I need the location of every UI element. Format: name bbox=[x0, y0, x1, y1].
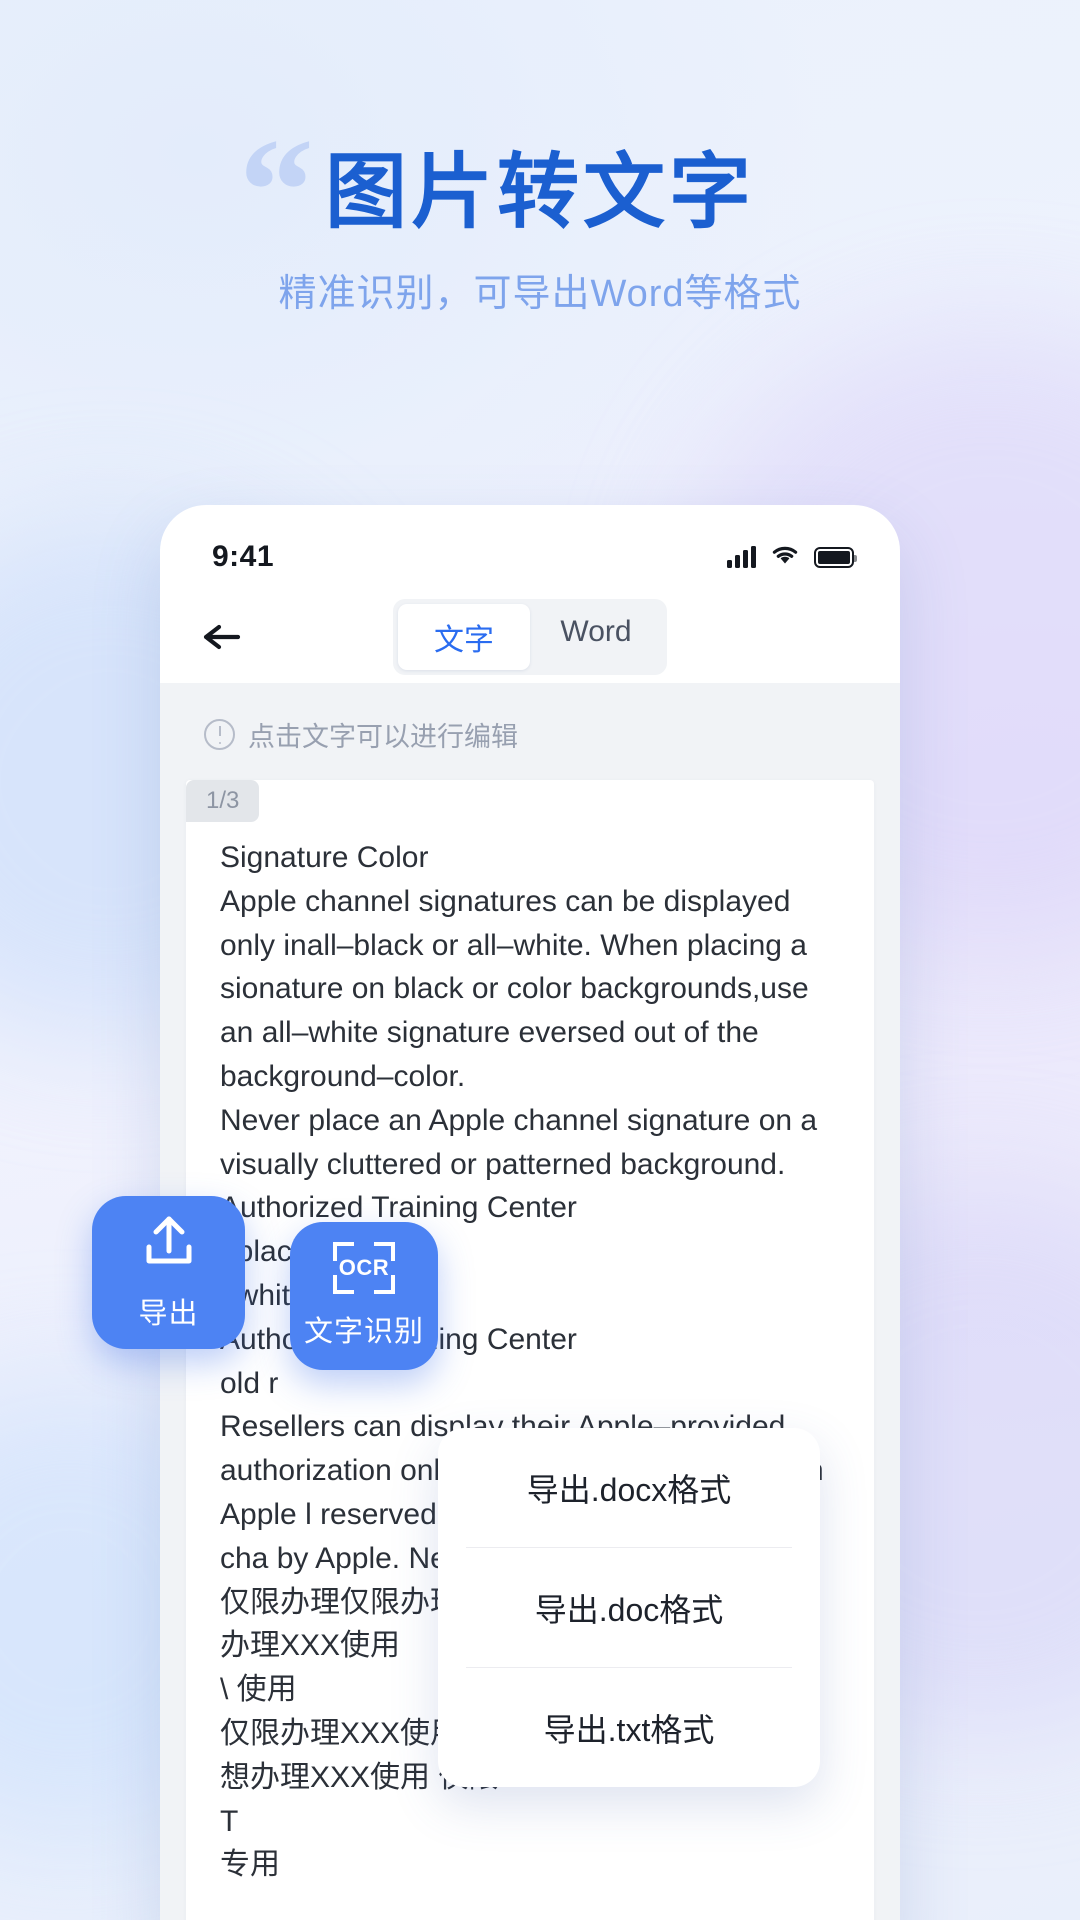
view-mode-segmented-control[interactable]: 文字 Word bbox=[393, 599, 667, 675]
signal-bars-icon bbox=[727, 546, 756, 568]
promo-subtitle: 精准识别，可导出Word等格式 bbox=[278, 273, 802, 316]
ocr-button-label: 文字识别 bbox=[303, 1316, 424, 1348]
back-arrow-icon[interactable] bbox=[200, 615, 244, 659]
quote-mark-icon: “ bbox=[238, 108, 314, 274]
page-badge: 1/3 bbox=[186, 780, 260, 822]
export-txt-item[interactable]: 导出.txt格式 bbox=[438, 1668, 820, 1787]
exclamation-circle-icon bbox=[204, 719, 235, 750]
promo-title-row: “ 图片转文字 bbox=[239, 116, 755, 266]
ocr-scan-icon: OCR bbox=[333, 1242, 395, 1294]
ocr-button[interactable]: OCR 文字识别 bbox=[290, 1222, 438, 1370]
status-bar: 9:41 bbox=[160, 505, 900, 591]
export-docx-item[interactable]: 导出.docx格式 bbox=[438, 1428, 820, 1547]
status-icons bbox=[727, 544, 857, 571]
export-button[interactable]: 导出 bbox=[92, 1196, 245, 1349]
export-doc-item[interactable]: 导出.doc格式 bbox=[438, 1548, 820, 1667]
export-button-label: 导出 bbox=[138, 1298, 199, 1330]
battery-full-icon bbox=[814, 546, 857, 568]
export-format-menu[interactable]: 导出.docx格式 导出.doc格式 导出.txt格式 bbox=[438, 1428, 820, 1787]
tab-text[interactable]: 文字 bbox=[398, 604, 530, 670]
status-time: 9:41 bbox=[212, 540, 275, 573]
tab-word[interactable]: Word bbox=[530, 604, 662, 670]
promo-screenshot: “ 图片转文字 精准识别，可导出Word等格式 9:41 文字 Word 点击文… bbox=[0, 0, 1080, 1920]
promo-header: “ 图片转文字 精准识别，可导出Word等格式 bbox=[0, 116, 1080, 317]
ocr-icon-text: OCR bbox=[338, 1255, 390, 1280]
edit-hint-label: 点击文字可以进行编辑 bbox=[248, 722, 518, 752]
upload-icon bbox=[138, 1213, 200, 1276]
wifi-icon bbox=[770, 544, 800, 571]
promo-title: 图片转文字 bbox=[324, 147, 755, 238]
edit-hint: 点击文字可以进行编辑 bbox=[160, 683, 900, 780]
nav-bar: 文字 Word bbox=[160, 591, 900, 683]
